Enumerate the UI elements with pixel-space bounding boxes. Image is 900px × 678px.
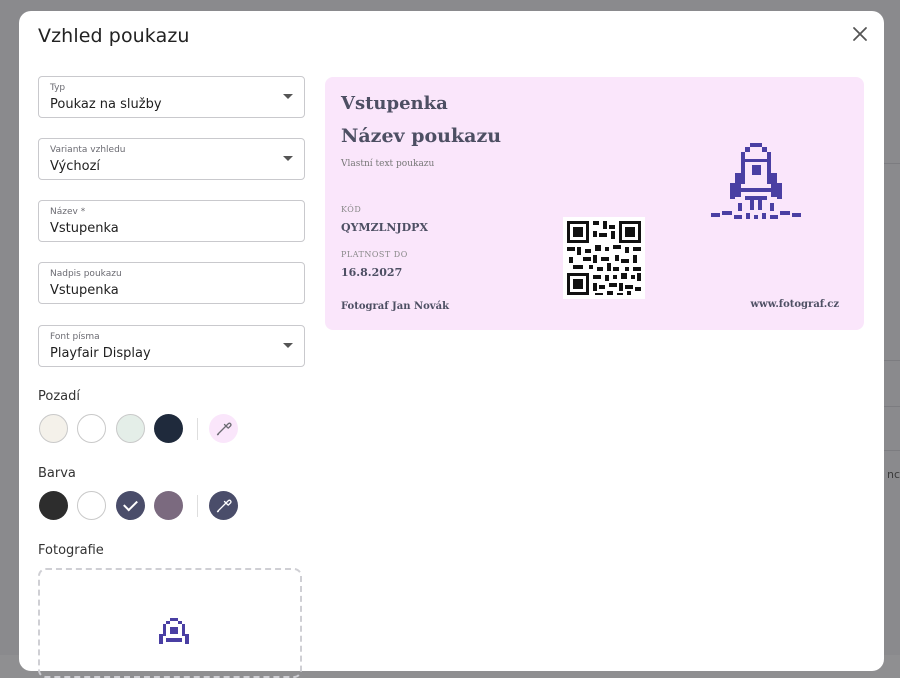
- background-swatch-mint[interactable]: [116, 414, 145, 443]
- color-swatch-black[interactable]: [39, 491, 68, 520]
- name-label: Název *: [50, 207, 86, 217]
- variant-value: Výchozí: [50, 159, 101, 174]
- chevron-down-icon: [283, 94, 293, 99]
- eyedropper-icon: [216, 499, 232, 513]
- voucher-custom-text: Vlastní text poukazu: [341, 159, 435, 169]
- background-swatch-white[interactable]: [77, 414, 106, 443]
- background-divider: [884, 360, 900, 361]
- color-swatch-mauve[interactable]: [154, 491, 183, 520]
- type-select[interactable]: Typ Poukaz na služby: [38, 76, 305, 118]
- type-value: Poukaz na služby: [50, 97, 162, 112]
- font-value: Playfair Display: [50, 346, 151, 361]
- voucher-photographer: Fotograf Jan Novák: [341, 301, 450, 312]
- voucher-website: www.fotograf.cz: [750, 299, 840, 310]
- variant-select[interactable]: Varianta vzhledu Výchozí: [38, 138, 305, 180]
- close-button[interactable]: [850, 24, 870, 44]
- name-value: Vstupenka: [50, 221, 119, 236]
- background-divider: [884, 450, 900, 451]
- color-swatch-white[interactable]: [77, 491, 106, 520]
- color-section-label: Barva: [38, 466, 76, 481]
- checkmark-icon: [123, 496, 138, 512]
- rocket-icon: [159, 618, 189, 644]
- background-swatch-navy[interactable]: [154, 414, 183, 443]
- background-partial-text: nc: [886, 468, 900, 481]
- photo-section-label: Fotografie: [38, 543, 104, 558]
- background-divider: [884, 163, 900, 164]
- voucher-appearance-dialog: Vzhled poukazu Typ Poukaz na služby Vari…: [19, 11, 884, 678]
- voucher-preview: Vstupenka Název poukazu Vlastní text pou…: [325, 77, 864, 330]
- swatch-divider: [197, 495, 198, 517]
- swatch-divider: [197, 418, 198, 440]
- color-custom-color-button[interactable]: [209, 491, 238, 520]
- voucher-name: Název poukazu: [341, 125, 502, 147]
- voucher-code: QYMZLNJDPX: [341, 221, 428, 234]
- chevron-down-icon: [283, 343, 293, 348]
- voucher-validity: 16.8.2027: [341, 266, 403, 279]
- rocket-icon: [711, 143, 801, 219]
- font-label: Font písma: [50, 332, 100, 342]
- voucher-code-label: KÓD: [341, 205, 362, 214]
- heading-label: Nadpis poukazu: [50, 269, 122, 279]
- voucher-validity-label: PLATNOST DO: [341, 250, 408, 259]
- eyedropper-icon: [216, 422, 232, 436]
- name-input[interactable]: Název * Vstupenka: [38, 200, 305, 242]
- qr-code-icon: [563, 217, 645, 299]
- close-icon: [853, 27, 867, 41]
- color-swatch-slate-selected[interactable]: [116, 491, 145, 520]
- background-custom-color-button[interactable]: [209, 414, 238, 443]
- font-select[interactable]: Font písma Playfair Display: [38, 325, 305, 367]
- voucher-heading: Vstupenka: [341, 93, 448, 114]
- type-label: Typ: [50, 83, 66, 93]
- background-divider: [884, 406, 900, 407]
- heading-value: Vstupenka: [50, 283, 119, 298]
- dialog-title: Vzhled poukazu: [38, 25, 190, 47]
- background-section-label: Pozadí: [38, 389, 80, 404]
- variant-label: Varianta vzhledu: [50, 145, 126, 155]
- heading-input[interactable]: Nadpis poukazu Vstupenka: [38, 262, 305, 304]
- background-swatch-cream[interactable]: [39, 414, 68, 443]
- photo-dropzone[interactable]: [38, 568, 302, 678]
- chevron-down-icon: [283, 156, 293, 161]
